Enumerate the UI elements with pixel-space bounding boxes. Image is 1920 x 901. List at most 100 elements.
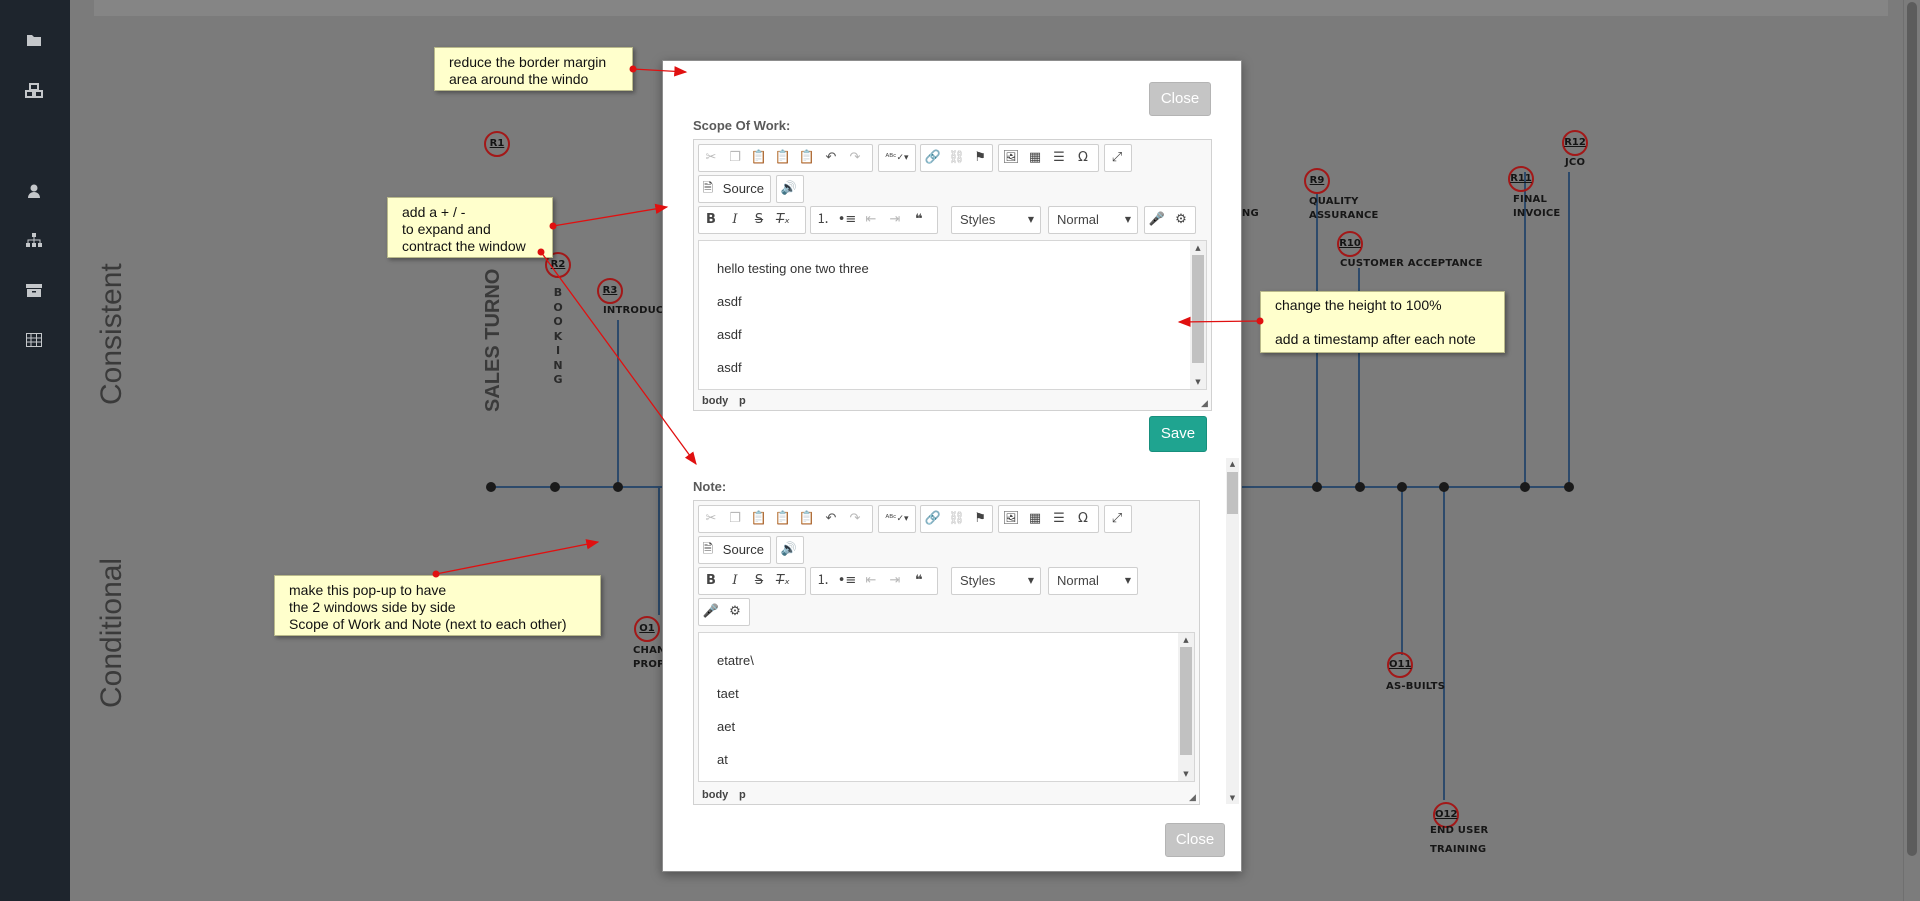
badge-r12[interactable]: R12	[1562, 130, 1588, 156]
remove-format-icon[interactable]: T̶ₓ	[771, 207, 795, 233]
modal-scrollbar[interactable]: ▲ ▼	[1226, 458, 1239, 804]
badge-o11[interactable]: O11	[1387, 652, 1413, 678]
source-icon[interactable]: 🗎	[699, 176, 717, 202]
paste-text-icon[interactable]: 📋	[771, 506, 795, 532]
source-button[interactable]: Source	[717, 537, 770, 563]
anchor-flag-icon[interactable]: ⚑	[968, 145, 992, 171]
badge-o1[interactable]: O1	[634, 616, 660, 642]
badge-r9[interactable]: R9	[1304, 168, 1330, 194]
scope-source-group: 🗎 Source	[698, 175, 771, 203]
scope-styles-select[interactable]: Styles ▼	[951, 206, 1041, 234]
undo-icon[interactable]: ↶	[819, 145, 843, 171]
paste-word-icon[interactable]: 📋	[795, 145, 819, 171]
redo-icon[interactable]: ↷	[843, 506, 867, 532]
badge-r11[interactable]: R11	[1508, 166, 1534, 192]
numbered-list-icon[interactable]: ⒈	[811, 568, 835, 594]
spellcheck-icon[interactable]: ᴬᴮᶜ✓▾	[879, 506, 915, 532]
indent-icon[interactable]: ⇥	[883, 568, 907, 594]
anchor-flag-icon[interactable]: ⚑	[968, 506, 992, 532]
bold-icon[interactable]: B	[699, 207, 723, 233]
note-clipboard-group: ✂ ❐ 📋 📋 📋 ↶ ↷	[698, 505, 873, 533]
close-button-bottom[interactable]: Close	[1165, 823, 1225, 857]
link-icon[interactable]: 🔗	[921, 506, 945, 532]
note-list-group: ⒈ •≡ ⇤ ⇥ ❝	[810, 567, 938, 595]
scope-content-area[interactable]: hello testing one two three asdf asdf as…	[698, 240, 1207, 390]
blockquote-icon[interactable]: ❝	[907, 568, 931, 594]
scope-format-select[interactable]: Normal ▼	[1048, 206, 1138, 234]
note-spellcheck-group: ᴬᴮᶜ✓▾	[878, 505, 916, 533]
strike-icon[interactable]: S	[747, 207, 771, 233]
voice-settings-icon[interactable]: ⚙	[723, 599, 747, 625]
table-insert-icon[interactable]: ▦	[1023, 145, 1047, 171]
microphone-icon[interactable]: 🎤	[699, 599, 723, 625]
redo-icon[interactable]: ↷	[843, 145, 867, 171]
remove-format-icon[interactable]: T̶ₓ	[771, 568, 795, 594]
scope-line-4: asdf	[717, 360, 742, 375]
special-char-icon[interactable]: Ω	[1071, 145, 1095, 171]
paste-icon[interactable]: 📋	[747, 145, 771, 171]
italic-icon[interactable]: I	[723, 568, 747, 594]
horizontal-rule-icon[interactable]: ☰	[1047, 506, 1071, 532]
scope-spellcheck-group: ᴬᴮᶜ✓▾	[878, 144, 916, 172]
quality-assurance-label-2: ASSURANCE	[1309, 210, 1379, 221]
image-icon[interactable]: 🖼	[999, 145, 1023, 171]
cut-icon[interactable]: ✂	[699, 145, 723, 171]
copy-icon[interactable]: ❐	[723, 506, 747, 532]
bulleted-list-icon[interactable]: •≡	[835, 568, 859, 594]
note-maximize-group: ⤢	[1104, 505, 1132, 533]
scope-path-p[interactable]: p	[739, 395, 746, 407]
note-line-1: etatre\	[717, 653, 754, 668]
cut-icon[interactable]: ✂	[699, 506, 723, 532]
badge-r3[interactable]: R3	[597, 278, 623, 304]
paste-text-icon[interactable]: 📋	[771, 145, 795, 171]
maximize-icon[interactable]: ⤢	[1105, 145, 1129, 171]
special-char-icon[interactable]: Ω	[1071, 506, 1095, 532]
microphone-icon[interactable]: 🎤	[1145, 207, 1169, 233]
blockquote-icon[interactable]: ❝	[907, 207, 931, 233]
paste-word-icon[interactable]: 📋	[795, 506, 819, 532]
unlink-icon[interactable]: ⛓	[945, 145, 969, 171]
note-resize-handle[interactable]: ◢	[1189, 794, 1197, 803]
scope-path-body[interactable]: body	[702, 395, 728, 407]
outdent-icon[interactable]: ⇤	[859, 207, 883, 233]
note-path-p[interactable]: p	[739, 789, 746, 801]
voice-settings-icon[interactable]: ⚙	[1169, 207, 1193, 233]
link-icon[interactable]: 🔗	[921, 145, 945, 171]
badge-r1[interactable]: R1	[484, 131, 510, 157]
horizontal-rule-icon[interactable]: ☰	[1047, 145, 1071, 171]
unlink-icon[interactable]: ⛓	[945, 506, 969, 532]
indent-icon[interactable]: ⇥	[883, 207, 907, 233]
note-format-select[interactable]: Normal ▼	[1048, 567, 1138, 595]
speaker-icon[interactable]: 🔊	[777, 537, 801, 563]
note-insert-group: 🖼 ▦ ☰ Ω	[998, 505, 1099, 533]
note-path-body[interactable]: body	[702, 789, 728, 801]
note-label: Note:	[693, 479, 727, 494]
sales-turnover-label: SALES TURNO	[482, 268, 504, 412]
note-styles-select[interactable]: Styles ▼	[951, 567, 1041, 595]
scope-scrollbar[interactable]: ▲ ▼	[1190, 241, 1206, 389]
note-scrollbar[interactable]: ▲ ▼	[1178, 633, 1194, 781]
save-button[interactable]: Save	[1149, 416, 1207, 452]
strike-icon[interactable]: S	[747, 568, 771, 594]
copy-icon[interactable]: ❐	[723, 145, 747, 171]
image-icon[interactable]: 🖼	[999, 506, 1023, 532]
maximize-icon[interactable]: ⤢	[1105, 506, 1129, 532]
note-content-area[interactable]: etatre\ taet aet at ▲ ▼	[698, 632, 1195, 782]
spellcheck-icon[interactable]: ᴬᴮᶜ✓▾	[879, 145, 915, 171]
table-insert-icon[interactable]: ▦	[1023, 506, 1047, 532]
source-button[interactable]: Source	[717, 176, 770, 202]
note-link-group: 🔗 ⛓ ⚑	[920, 505, 993, 533]
bulleted-list-icon[interactable]: •≡	[835, 207, 859, 233]
source-icon[interactable]: 🗎	[699, 537, 717, 563]
change-proposal-label-1: CHAN	[633, 645, 666, 656]
close-button-top[interactable]: Close	[1149, 82, 1211, 116]
paste-icon[interactable]: 📋	[747, 506, 771, 532]
numbered-list-icon[interactable]: ⒈	[811, 207, 835, 233]
outdent-icon[interactable]: ⇤	[859, 568, 883, 594]
speaker-icon[interactable]: 🔊	[777, 176, 801, 202]
undo-icon[interactable]: ↶	[819, 506, 843, 532]
italic-icon[interactable]: I	[723, 207, 747, 233]
badge-r10[interactable]: R10	[1337, 231, 1363, 257]
scope-resize-handle[interactable]: ◢	[1201, 400, 1209, 409]
bold-icon[interactable]: B	[699, 568, 723, 594]
